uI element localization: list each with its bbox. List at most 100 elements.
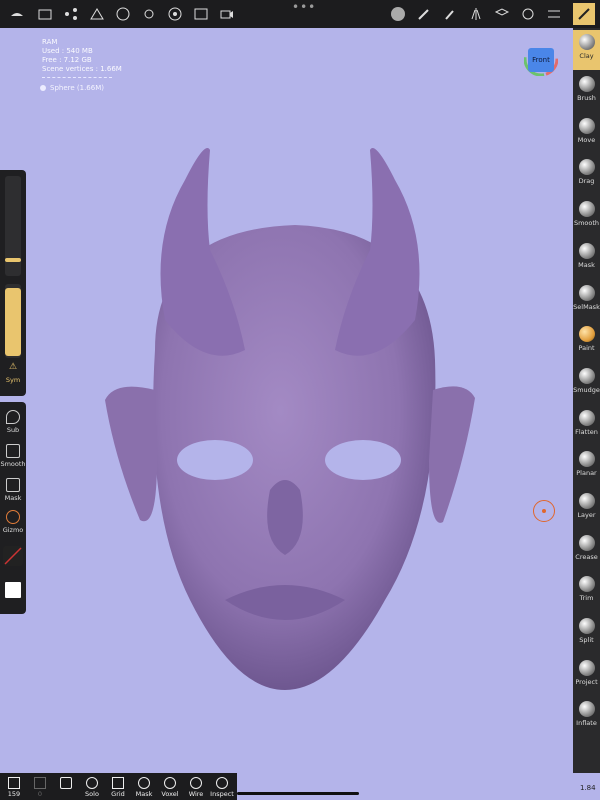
material-icon[interactable]	[164, 3, 186, 25]
tool-move[interactable]: Move	[573, 114, 600, 154]
tool-smudge[interactable]: Smudge	[573, 364, 600, 404]
selmask-icon	[578, 285, 595, 301]
ram-label: RAM	[42, 38, 58, 46]
wire-button[interactable]: Wire	[184, 777, 208, 798]
smooth-button[interactable]: Smooth	[0, 444, 26, 468]
history-button[interactable]	[54, 777, 78, 790]
brush-tool-icon	[578, 76, 595, 92]
tool-smooth[interactable]: Smooth	[573, 197, 600, 237]
version-label: 1.84	[580, 784, 596, 792]
search-icon	[86, 777, 98, 789]
radius-slider[interactable]	[5, 176, 21, 276]
left-tools-panel: Sub Smooth Mask Gizmo	[0, 402, 26, 614]
divider	[42, 77, 112, 78]
more-dots[interactable]: •••	[292, 0, 316, 14]
color-swatch[interactable]	[5, 582, 21, 598]
inspect-button[interactable]: Inspect	[210, 777, 234, 798]
mask-button[interactable]: Mask	[0, 478, 26, 502]
sym-toggle[interactable]: Sym	[0, 376, 26, 384]
scene-vertices: Scene vertices : 1.66M	[42, 65, 122, 73]
radius-slider-handle[interactable]	[5, 258, 21, 262]
tool-mask[interactable]: Mask	[573, 239, 600, 279]
drop-icon	[6, 410, 20, 424]
wire-icon	[190, 777, 202, 789]
sliders-icon[interactable]	[543, 3, 565, 25]
tool-trim[interactable]: Trim	[573, 572, 600, 612]
solo-button[interactable]: Solo	[80, 777, 104, 798]
tool-layer[interactable]: Layer	[573, 489, 600, 529]
stroke-preview[interactable]	[3, 546, 23, 566]
image-icon[interactable]	[190, 3, 212, 25]
tool-flatten[interactable]: Flatten	[573, 406, 600, 446]
camera-icon[interactable]	[216, 3, 238, 25]
layer-icon	[578, 493, 595, 509]
gizmo-icon	[6, 510, 20, 524]
smooth-icon	[578, 201, 595, 217]
mesh-icon[interactable]	[112, 3, 134, 25]
history-icon	[60, 777, 72, 789]
object-label[interactable]: Sphere (1.66M)	[40, 84, 104, 92]
home-indicator	[237, 792, 359, 795]
smudge-icon	[578, 368, 595, 384]
grid-icon	[112, 777, 124, 789]
sculpt-mesh	[105, 148, 475, 690]
view-cube-front[interactable]: Front	[528, 48, 554, 72]
inspect-icon	[216, 777, 228, 789]
paint-icon	[578, 326, 595, 342]
pen-icon[interactable]	[413, 3, 435, 25]
brush-icon[interactable]	[439, 3, 461, 25]
intensity-slider[interactable]	[5, 284, 21, 358]
symmetry-icon[interactable]	[465, 3, 487, 25]
intensity-fill	[5, 288, 21, 356]
stats-panel: RAM Used : 540 MB Free : 7.12 GB Scene v…	[42, 38, 122, 80]
planar-icon	[578, 451, 595, 467]
tools-icon[interactable]	[573, 3, 595, 25]
brush-cursor	[533, 500, 555, 522]
mask-icon	[578, 243, 595, 259]
voxel-icon	[164, 777, 176, 789]
layers-icon[interactable]	[491, 3, 513, 25]
topology-icon[interactable]	[86, 3, 108, 25]
project-icon	[578, 660, 595, 676]
redo-icon	[34, 777, 46, 789]
ram-free: Free : 7.12 GB	[42, 56, 92, 64]
view-cube[interactable]: Front	[524, 42, 558, 76]
tool-brush[interactable]: Brush	[573, 72, 600, 112]
tool-clay[interactable]: Clay	[573, 30, 600, 70]
clay-icon	[578, 34, 595, 50]
mask-view-button[interactable]: Mask	[132, 777, 156, 798]
tool-project[interactable]: Project	[573, 656, 600, 696]
crease-icon	[578, 535, 595, 551]
trim-icon	[578, 576, 595, 592]
mask-toggle-icon	[6, 478, 20, 492]
light-icon[interactable]	[138, 3, 160, 25]
settings-icon[interactable]	[517, 3, 539, 25]
brush-settings-panel: ⚠ Sym	[0, 170, 26, 396]
undo-button[interactable]: 159	[2, 777, 26, 798]
inflate-icon	[578, 701, 595, 717]
gizmo-button[interactable]: Gizmo	[0, 510, 26, 534]
redo-button[interactable]: 0	[28, 777, 52, 798]
scene-icon[interactable]	[60, 3, 82, 25]
drag-icon	[578, 159, 595, 175]
menu-icon[interactable]	[6, 3, 28, 25]
tool-selmask[interactable]: SelMask	[573, 281, 600, 321]
undo-icon	[8, 777, 20, 789]
folder-icon[interactable]	[34, 3, 56, 25]
symmetry-warning-icon: ⚠	[8, 362, 18, 372]
tool-split[interactable]: Split	[573, 614, 600, 654]
tool-inflate[interactable]: Inflate	[573, 697, 600, 737]
smooth-plus-icon	[6, 444, 20, 458]
sub-button[interactable]: Sub	[0, 410, 26, 434]
voxel-button[interactable]: Voxel	[158, 777, 182, 798]
eye-icon	[138, 777, 150, 789]
matcap-icon[interactable]	[387, 3, 409, 25]
tool-planar[interactable]: Planar	[573, 447, 600, 487]
grid-button[interactable]: Grid	[106, 777, 130, 798]
tool-paint[interactable]: Paint	[573, 322, 600, 362]
tool-crease[interactable]: Crease	[573, 531, 600, 571]
flatten-icon	[578, 410, 595, 426]
bottom-toolbar: 159 0 Solo Grid Mask Voxel Wire Inspect	[0, 773, 237, 800]
split-icon	[578, 618, 595, 634]
tool-drag[interactable]: Drag	[573, 155, 600, 195]
